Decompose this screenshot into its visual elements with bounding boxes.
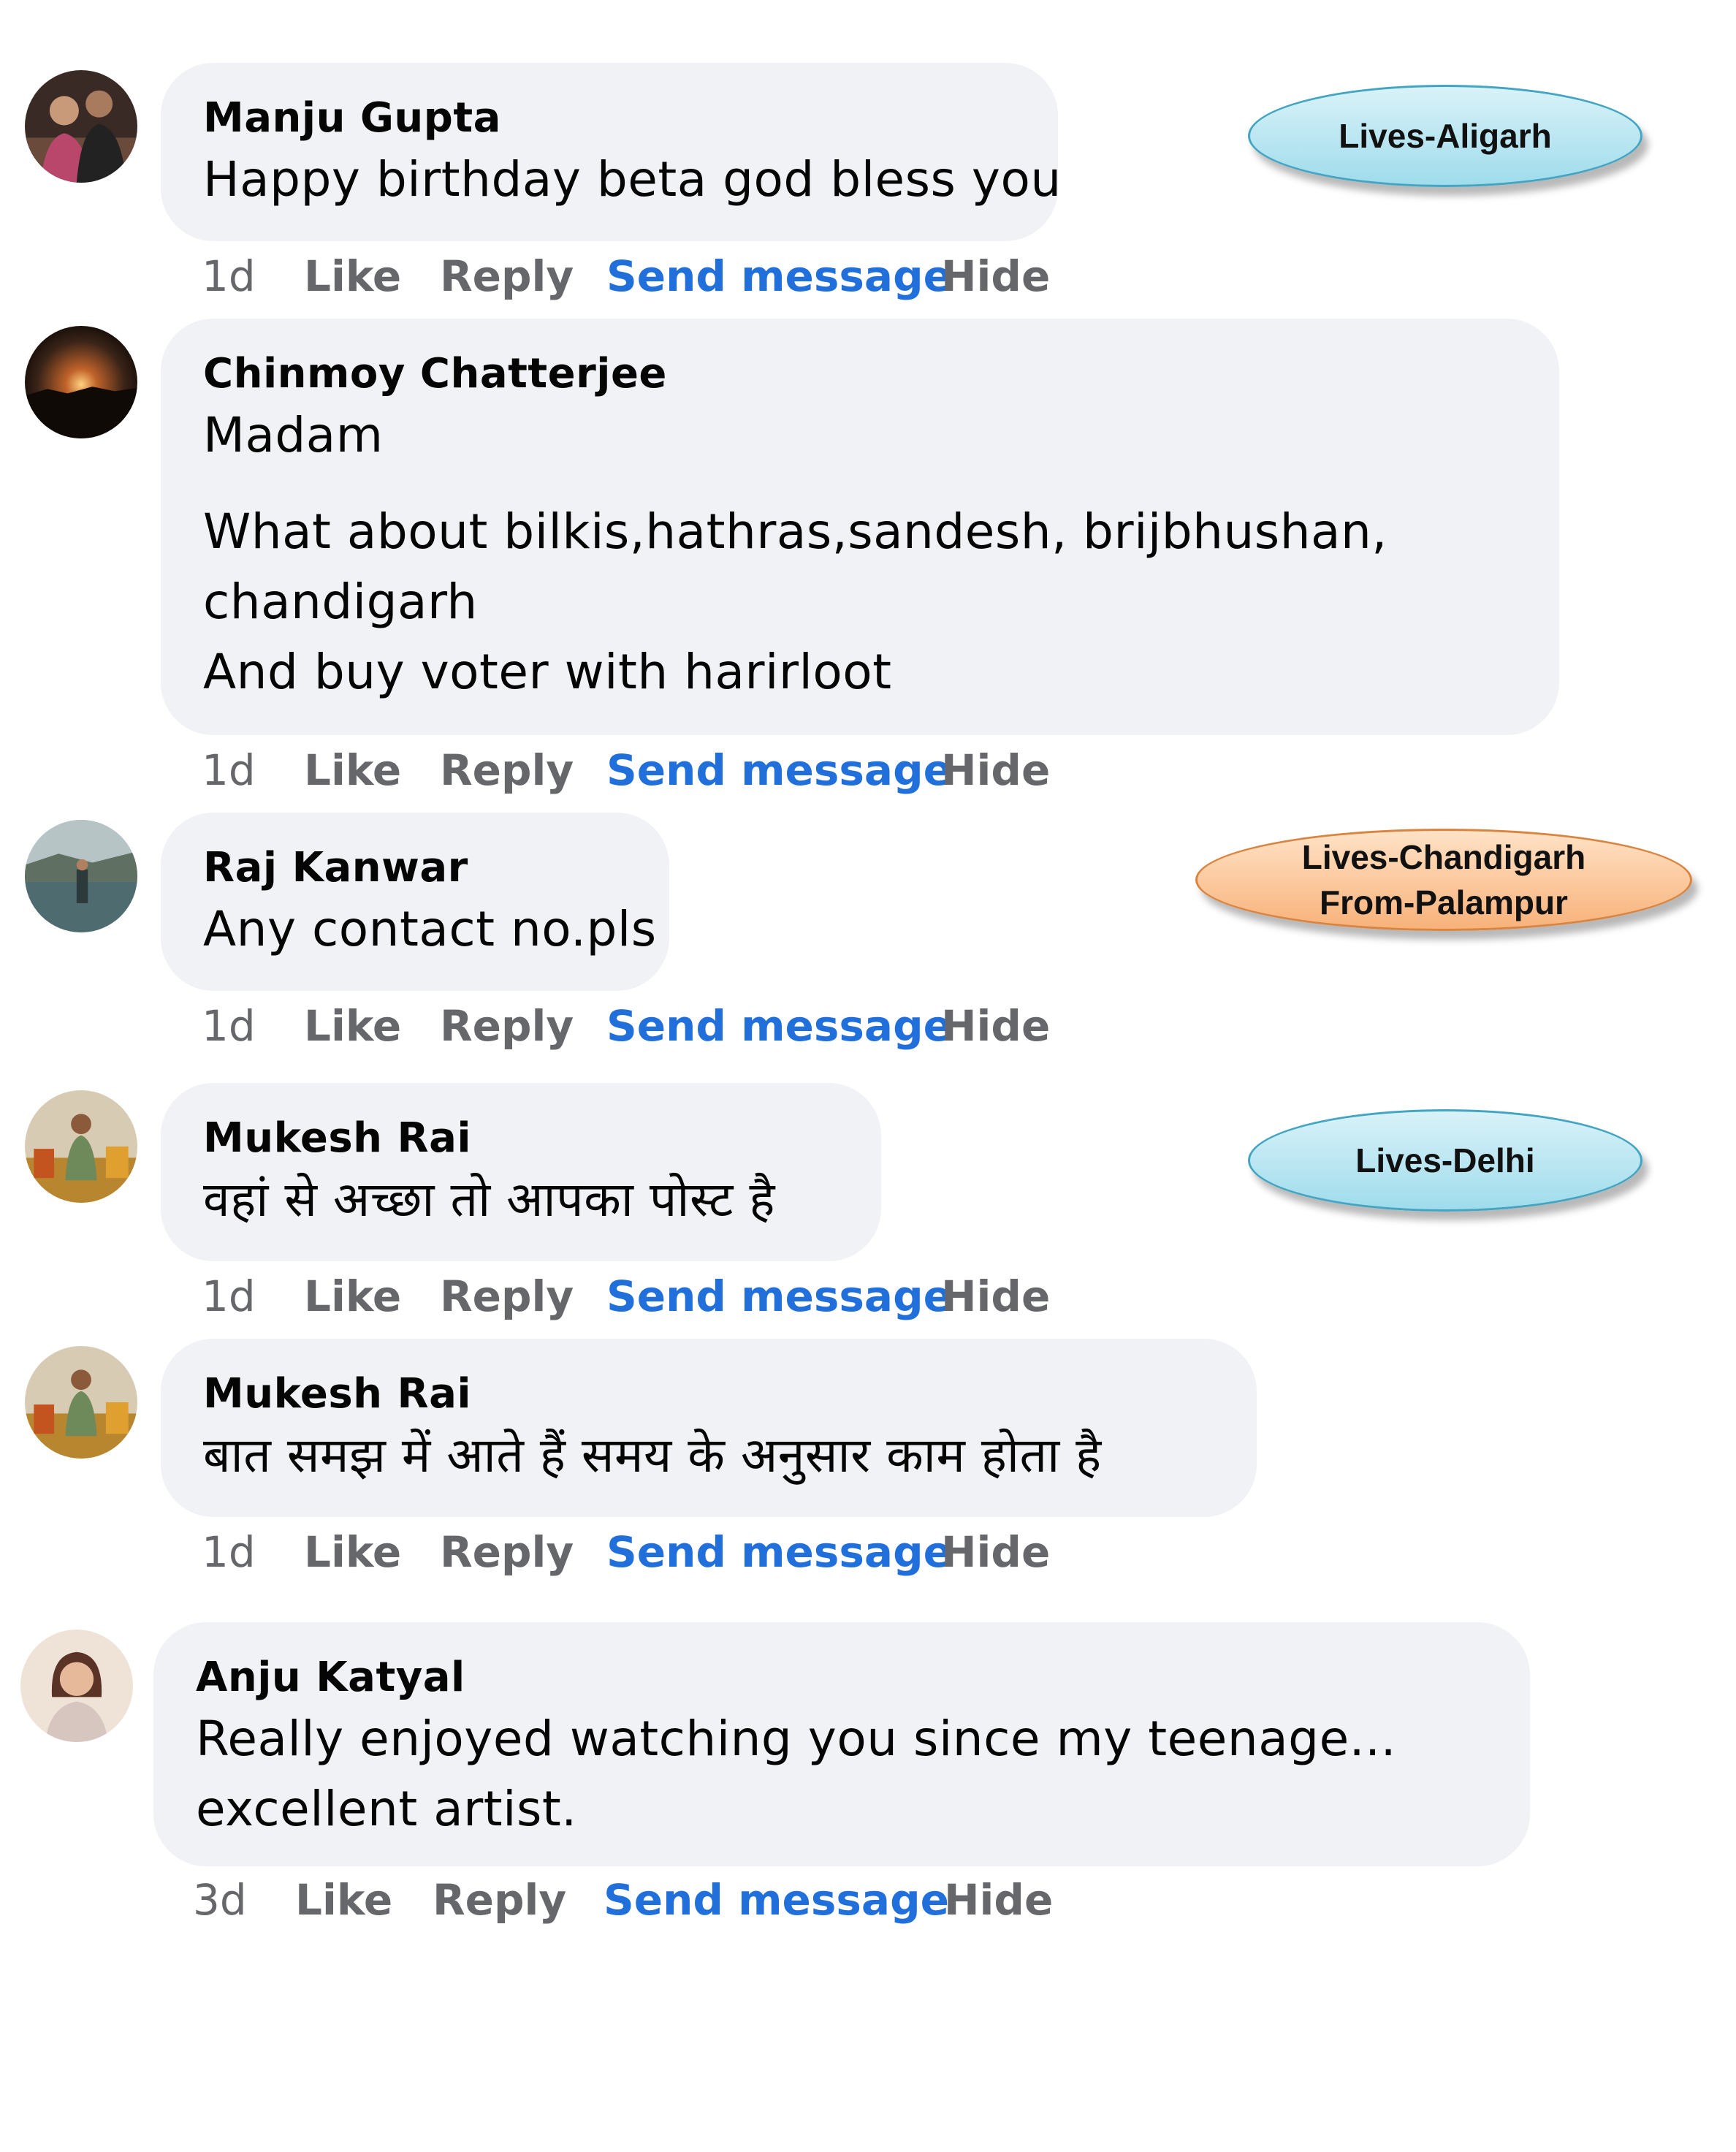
reply-button[interactable]: Reply bbox=[440, 1267, 574, 1326]
comment-bubble: Chinmoy Chatterjee Madam What about bilk… bbox=[161, 319, 1559, 735]
comment-timestamp[interactable]: 1d bbox=[202, 997, 256, 1055]
like-button[interactable]: Like bbox=[295, 1871, 392, 1929]
comment-author[interactable]: Mukesh Rai bbox=[203, 1112, 839, 1165]
annotation-text: Lives-Delhi bbox=[1355, 1141, 1535, 1179]
hide-button[interactable]: Hide bbox=[941, 247, 1050, 305]
comment-author[interactable]: Raj Kanwar bbox=[203, 842, 627, 894]
comment-timestamp[interactable]: 1d bbox=[202, 1267, 256, 1326]
send-message-button[interactable]: Send message bbox=[604, 1871, 949, 1929]
comment-text: बात समझ में आते हैं समय के अनुसार काम हो… bbox=[203, 1427, 1102, 1483]
comment-text: And buy voter with harirloot bbox=[203, 644, 892, 700]
comment-text: Madam bbox=[203, 407, 384, 463]
comment-text: Happy birthday beta god bless you bbox=[203, 151, 1062, 208]
avatar[interactable] bbox=[25, 820, 137, 932]
comment-text: chandigarh bbox=[203, 574, 478, 630]
avatar[interactable] bbox=[25, 326, 137, 438]
outdoor-photo-avatar-icon bbox=[25, 820, 137, 932]
comment-author[interactable]: Mukesh Rai bbox=[203, 1368, 1214, 1421]
send-message-button[interactable]: Send message bbox=[606, 1523, 952, 1581]
annotation-text: From-Palampur bbox=[1320, 883, 1568, 921]
hide-button[interactable]: Hide bbox=[941, 1523, 1050, 1581]
comment-bubble: Raj Kanwar Any contact no.pls bbox=[161, 813, 669, 991]
comment-text: Really enjoyed watching you since my tee… bbox=[196, 1711, 1397, 1767]
reply-button[interactable]: Reply bbox=[440, 741, 574, 799]
avatar[interactable] bbox=[25, 1090, 137, 1203]
user-photo-avatar-icon bbox=[25, 1090, 137, 1203]
like-button[interactable]: Like bbox=[304, 741, 401, 799]
send-message-button[interactable]: Send message bbox=[606, 247, 952, 305]
send-message-button[interactable]: Send message bbox=[606, 1267, 952, 1326]
comment-bubble: Mukesh Rai बात समझ में आते हैं समय के अन… bbox=[161, 1339, 1257, 1517]
avatar[interactable] bbox=[25, 70, 137, 183]
hide-button[interactable]: Hide bbox=[941, 1267, 1050, 1326]
annotation-callout: Lives-Chandigarh From-Palampur bbox=[1195, 829, 1692, 931]
send-message-button[interactable]: Send message bbox=[606, 997, 952, 1055]
user-photo-avatar-icon bbox=[20, 1630, 133, 1742]
annotation-text: Lives-Chandigarh bbox=[1301, 838, 1586, 876]
annotation-text: Lives-Aligarh bbox=[1339, 117, 1552, 155]
hide-button[interactable]: Hide bbox=[941, 741, 1050, 799]
avatar[interactable] bbox=[25, 1346, 137, 1459]
comment-timestamp[interactable]: 3d bbox=[193, 1871, 247, 1929]
comment-text: excellent artist. bbox=[196, 1781, 577, 1837]
like-button[interactable]: Like bbox=[304, 247, 401, 305]
hide-button[interactable]: Hide bbox=[944, 1871, 1053, 1929]
comment-timestamp[interactable]: 1d bbox=[202, 741, 256, 799]
reply-button[interactable]: Reply bbox=[440, 1523, 574, 1581]
send-message-button[interactable]: Send message bbox=[606, 741, 952, 799]
comment-text: Any contact no.pls bbox=[203, 901, 657, 957]
like-button[interactable]: Like bbox=[304, 1523, 401, 1581]
comment-author[interactable]: Chinmoy Chatterjee bbox=[203, 348, 1517, 400]
comment-timestamp[interactable]: 1d bbox=[202, 1523, 256, 1581]
comment-text: वहां से अच्छा तो आपका पोस्ट है bbox=[203, 1171, 775, 1228]
sunset-photo-avatar-icon bbox=[25, 326, 137, 438]
reply-button[interactable]: Reply bbox=[433, 1871, 566, 1929]
like-button[interactable]: Like bbox=[304, 997, 401, 1055]
annotation-callout: Lives-Aligarh bbox=[1248, 85, 1642, 187]
like-button[interactable]: Like bbox=[304, 1267, 401, 1326]
annotation-callout: Lives-Delhi bbox=[1248, 1109, 1642, 1212]
hide-button[interactable]: Hide bbox=[941, 997, 1050, 1055]
comment-author[interactable]: Manju Gupta bbox=[203, 92, 1016, 145]
comment-bubble: Mukesh Rai वहां से अच्छा तो आपका पोस्ट ह… bbox=[161, 1083, 881, 1261]
comment-text: What about bilkis,hathras,sandesh, brijb… bbox=[203, 503, 1387, 560]
comment-bubble: Manju Gupta Happy birthday beta god bles… bbox=[161, 63, 1062, 241]
reply-button[interactable]: Reply bbox=[440, 247, 574, 305]
avatar[interactable] bbox=[20, 1630, 133, 1742]
comment-author[interactable]: Anju Katyal bbox=[196, 1651, 1488, 1704]
user-photo-avatar-icon bbox=[25, 1346, 137, 1459]
comment-bubble: Anju Katyal Really enjoyed watching you … bbox=[153, 1622, 1530, 1866]
user-photo-avatar-icon bbox=[25, 70, 137, 183]
comment-timestamp[interactable]: 1d bbox=[202, 247, 256, 305]
reply-button[interactable]: Reply bbox=[440, 997, 574, 1055]
